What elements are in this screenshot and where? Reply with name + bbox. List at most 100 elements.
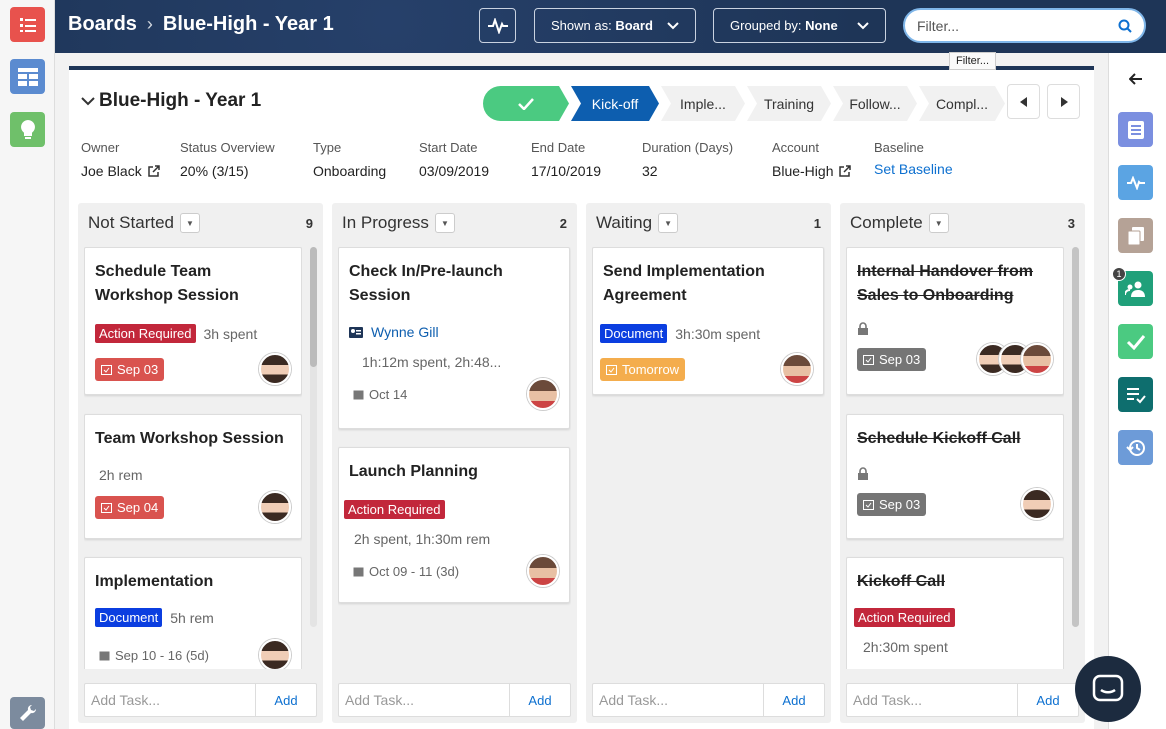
column-header: Not Started ▼ 9 bbox=[88, 213, 313, 233]
column-header: In Progress ▼ 2 bbox=[342, 213, 567, 233]
approvals-panel-button[interactable] bbox=[1118, 324, 1153, 359]
due-date: Sep 03 bbox=[879, 351, 921, 367]
documents-panel-button[interactable] bbox=[1118, 218, 1153, 253]
task-card[interactable]: Check In/Pre-launch Session Wynne Gill 1… bbox=[338, 247, 570, 429]
notes-panel-button[interactable] bbox=[1118, 112, 1153, 147]
task-card[interactable]: Implementation Document 5h rem Sep 10 - 1… bbox=[84, 557, 302, 669]
avatar[interactable] bbox=[259, 491, 291, 523]
due-date-badge: Sep 03 bbox=[857, 492, 927, 516]
add-task-row: Add Task... Add bbox=[846, 683, 1079, 717]
external-link-icon[interactable] bbox=[147, 165, 160, 177]
task-card[interactable]: Kickoff Call Action Required 2h:30m spen… bbox=[846, 557, 1064, 669]
field-value[interactable]: Blue-High bbox=[772, 163, 874, 179]
avatar[interactable] bbox=[527, 378, 559, 410]
tasks-app-icon[interactable] bbox=[10, 7, 45, 42]
grouped-by-value: None bbox=[805, 18, 838, 33]
field-label: Owner bbox=[81, 140, 120, 155]
checklist-icon bbox=[1126, 387, 1146, 403]
shown-as-dropdown[interactable]: Shown as: Board bbox=[534, 8, 696, 43]
column-menu-dropdown[interactable]: ▼ bbox=[658, 213, 679, 233]
search-icon[interactable] bbox=[1118, 19, 1132, 33]
pulse-icon bbox=[1126, 175, 1145, 190]
project-title[interactable]: Blue-High - Year 1 bbox=[81, 90, 261, 112]
ideas-app-icon[interactable] bbox=[10, 112, 45, 147]
owner-name[interactable]: Joe Black bbox=[81, 163, 142, 179]
field-start-date: Start Date 03/09/2019 bbox=[419, 140, 531, 179]
due-date-badge: Sep 04 bbox=[95, 495, 165, 519]
stage-prev-button[interactable] bbox=[1007, 84, 1040, 119]
column-menu-dropdown[interactable]: ▼ bbox=[434, 213, 455, 233]
boards-app-icon[interactable] bbox=[10, 59, 45, 94]
chat-launcher-button[interactable] bbox=[1075, 656, 1141, 722]
collapse-panel-button[interactable] bbox=[1118, 61, 1153, 96]
add-task-button[interactable]: Add bbox=[256, 684, 316, 716]
avatar[interactable] bbox=[1021, 488, 1053, 520]
filter-tooltip: Filter... bbox=[949, 52, 997, 70]
field-value: 03/09/2019 bbox=[419, 163, 490, 179]
avatar[interactable] bbox=[527, 555, 559, 587]
add-task-input[interactable]: Add Task... bbox=[593, 684, 764, 716]
task-card[interactable]: Team Workshop Session 2h rem Sep 04 bbox=[84, 414, 302, 539]
stage-done[interactable] bbox=[483, 86, 569, 121]
add-task-row: Add Task... Add bbox=[338, 683, 571, 717]
add-task-button[interactable]: Add bbox=[764, 684, 824, 716]
add-task-input[interactable]: Add Task... bbox=[847, 684, 1018, 716]
avatar[interactable] bbox=[1021, 343, 1053, 375]
task-card[interactable]: Schedule Team Workshop Session Action Re… bbox=[84, 247, 302, 395]
add-task-input[interactable]: Add Task... bbox=[339, 684, 510, 716]
card-time: 2h:30m spent bbox=[863, 639, 948, 655]
stage-next-button[interactable] bbox=[1047, 84, 1080, 119]
field-label: Start Date bbox=[419, 140, 478, 155]
column-menu-dropdown[interactable]: ▼ bbox=[180, 213, 200, 233]
settings-wrench-icon[interactable] bbox=[10, 697, 45, 729]
field-value: Onboarding bbox=[313, 163, 387, 179]
add-task-button[interactable]: Add bbox=[1018, 684, 1078, 716]
triangle-right-icon bbox=[1060, 96, 1068, 107]
stage-complete[interactable]: Compl... bbox=[919, 86, 1005, 121]
activity-panel-button[interactable] bbox=[1118, 165, 1153, 200]
card-list: Schedule Team Workshop Session Action Re… bbox=[84, 247, 302, 669]
field-value[interactable]: Joe Black bbox=[81, 163, 180, 179]
card-list: Send Implementation Agreement Document 3h… bbox=[592, 247, 825, 669]
breadcrumb-boards-link[interactable]: Boards bbox=[68, 13, 137, 36]
action-required-badge: Action Required bbox=[854, 608, 955, 627]
add-task-input[interactable]: Add Task... bbox=[85, 684, 256, 716]
activity-pulse-button[interactable] bbox=[479, 8, 516, 43]
card-title: Kickoff Call bbox=[857, 573, 946, 590]
task-card[interactable]: Schedule Kickoff Call Sep 03 bbox=[846, 414, 1064, 539]
project-title-text: Blue-High - Year 1 bbox=[99, 90, 262, 111]
column-scrollbar[interactable] bbox=[310, 247, 317, 627]
add-task-row: Add Task... Add bbox=[84, 683, 317, 717]
stage-implementation[interactable]: Imple... bbox=[661, 86, 745, 121]
grouped-by-dropdown[interactable]: Grouped by: None bbox=[713, 8, 886, 43]
action-required-badge: Action Required bbox=[344, 500, 445, 519]
calendar-icon bbox=[353, 567, 364, 576]
chevron-down-icon[interactable] bbox=[81, 96, 95, 106]
column-count: 3 bbox=[1067, 215, 1075, 231]
history-icon bbox=[1125, 439, 1145, 456]
account-name[interactable]: Blue-High bbox=[772, 163, 833, 179]
card-title: Launch Planning bbox=[349, 463, 478, 480]
column-menu-dropdown[interactable]: ▼ bbox=[928, 213, 949, 233]
history-panel-button[interactable] bbox=[1118, 430, 1153, 465]
avatar[interactable] bbox=[259, 353, 291, 385]
column-title: Waiting bbox=[596, 213, 653, 232]
arrow-left-icon bbox=[1128, 72, 1142, 85]
avatar[interactable] bbox=[781, 353, 813, 385]
assignee-name[interactable]: Wynne Gill bbox=[371, 324, 439, 340]
column-scrollbar[interactable] bbox=[1072, 247, 1079, 627]
external-link-icon[interactable] bbox=[839, 165, 852, 177]
stage-kickoff[interactable]: Kick-off bbox=[571, 86, 659, 121]
checklist-panel-button[interactable] bbox=[1118, 377, 1153, 412]
task-card[interactable]: Send Implementation Agreement Document 3h… bbox=[592, 247, 824, 395]
stage-training[interactable]: Training bbox=[747, 86, 831, 121]
column-title: Not Started bbox=[88, 213, 174, 232]
task-card[interactable]: Launch Planning Action Required 2h spent… bbox=[338, 447, 570, 603]
filter-text: Filter... bbox=[917, 17, 960, 34]
stage-follow-up[interactable]: Follow... bbox=[833, 86, 917, 121]
add-task-button[interactable]: Add bbox=[510, 684, 570, 716]
task-card[interactable]: Internal Handover from Sales to Onboardi… bbox=[846, 247, 1064, 395]
set-baseline-link[interactable]: Set Baseline bbox=[874, 161, 984, 177]
filter-input[interactable]: Filter... bbox=[903, 8, 1146, 43]
avatar[interactable] bbox=[259, 639, 291, 669]
